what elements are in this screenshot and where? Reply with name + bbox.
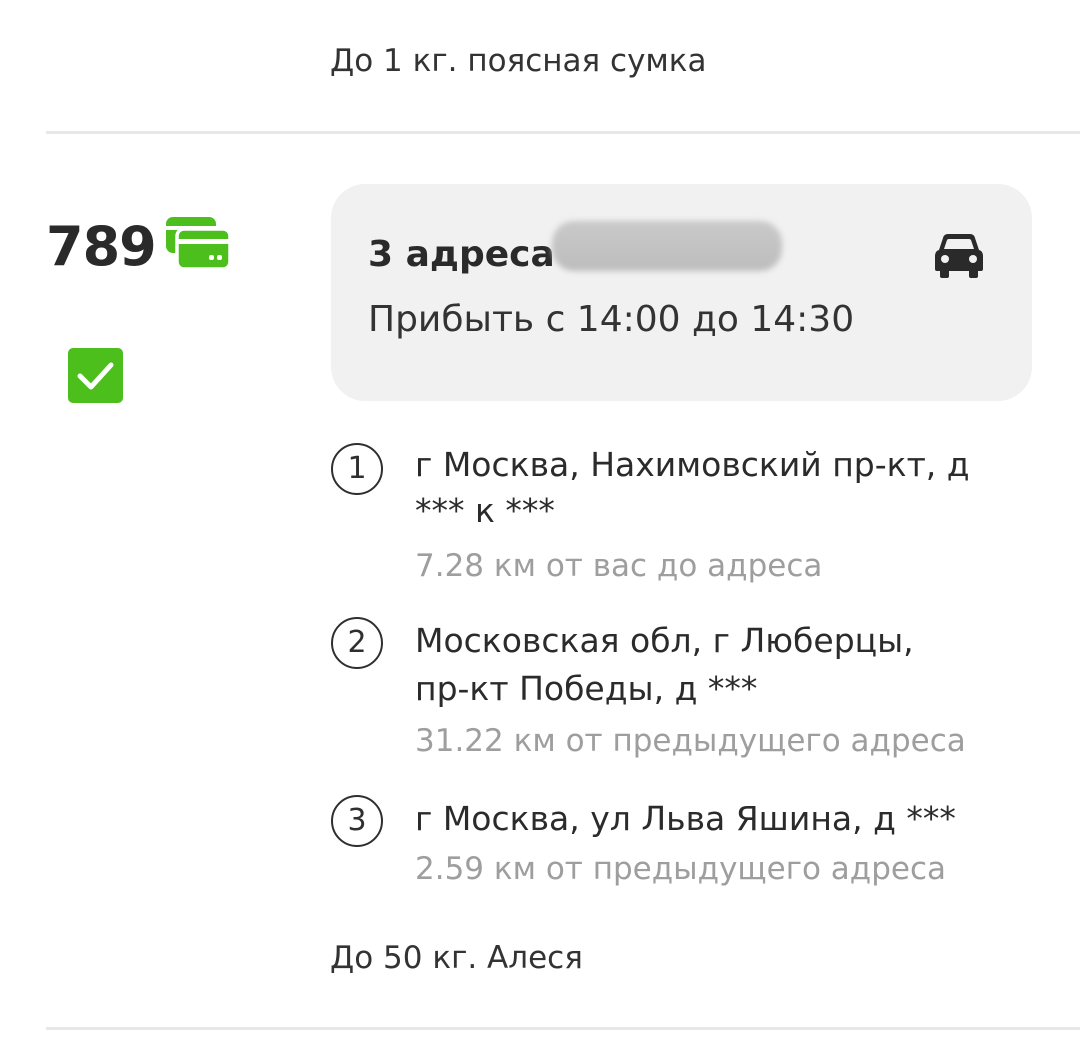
order-select-checkbox[interactable] (68, 348, 123, 403)
credit-card-icon (164, 215, 232, 271)
address-distance: 31.22 км от предыдущего адреса (415, 723, 966, 759)
address-number-badge: 2 (331, 617, 383, 669)
address-line: г Москва, Нахимовский пр-кт, д (415, 445, 970, 484)
address-line: пр-кт Победы, д *** (415, 669, 758, 708)
address-line: *** к *** (415, 491, 555, 530)
redacted-text (552, 221, 782, 271)
route-summary-box[interactable] (331, 184, 1032, 401)
previous-order-note: До 1 кг. поясная сумка (330, 43, 707, 79)
address-number-badge: 1 (331, 443, 383, 495)
route-summary-title: 3 адреса (368, 234, 555, 275)
divider (46, 1027, 1080, 1030)
address-number-badge: 3 (331, 795, 383, 847)
checkmark-icon (77, 362, 114, 390)
arrival-window: Прибыть с 14:00 до 14:30 (368, 299, 855, 340)
order-note: До 50 кг. Алеся (330, 940, 583, 976)
address-line: Московская обл, г Люберцы, (415, 621, 914, 660)
address-distance: 7.28 км от вас до адреса (415, 548, 823, 584)
address-distance: 2.59 км от предыдущего адреса (415, 851, 947, 887)
car-icon (934, 232, 984, 278)
divider (46, 131, 1080, 134)
address-line: г Москва, ул Льва Яшина, д *** (415, 799, 956, 838)
order-price: 789 (46, 215, 157, 278)
